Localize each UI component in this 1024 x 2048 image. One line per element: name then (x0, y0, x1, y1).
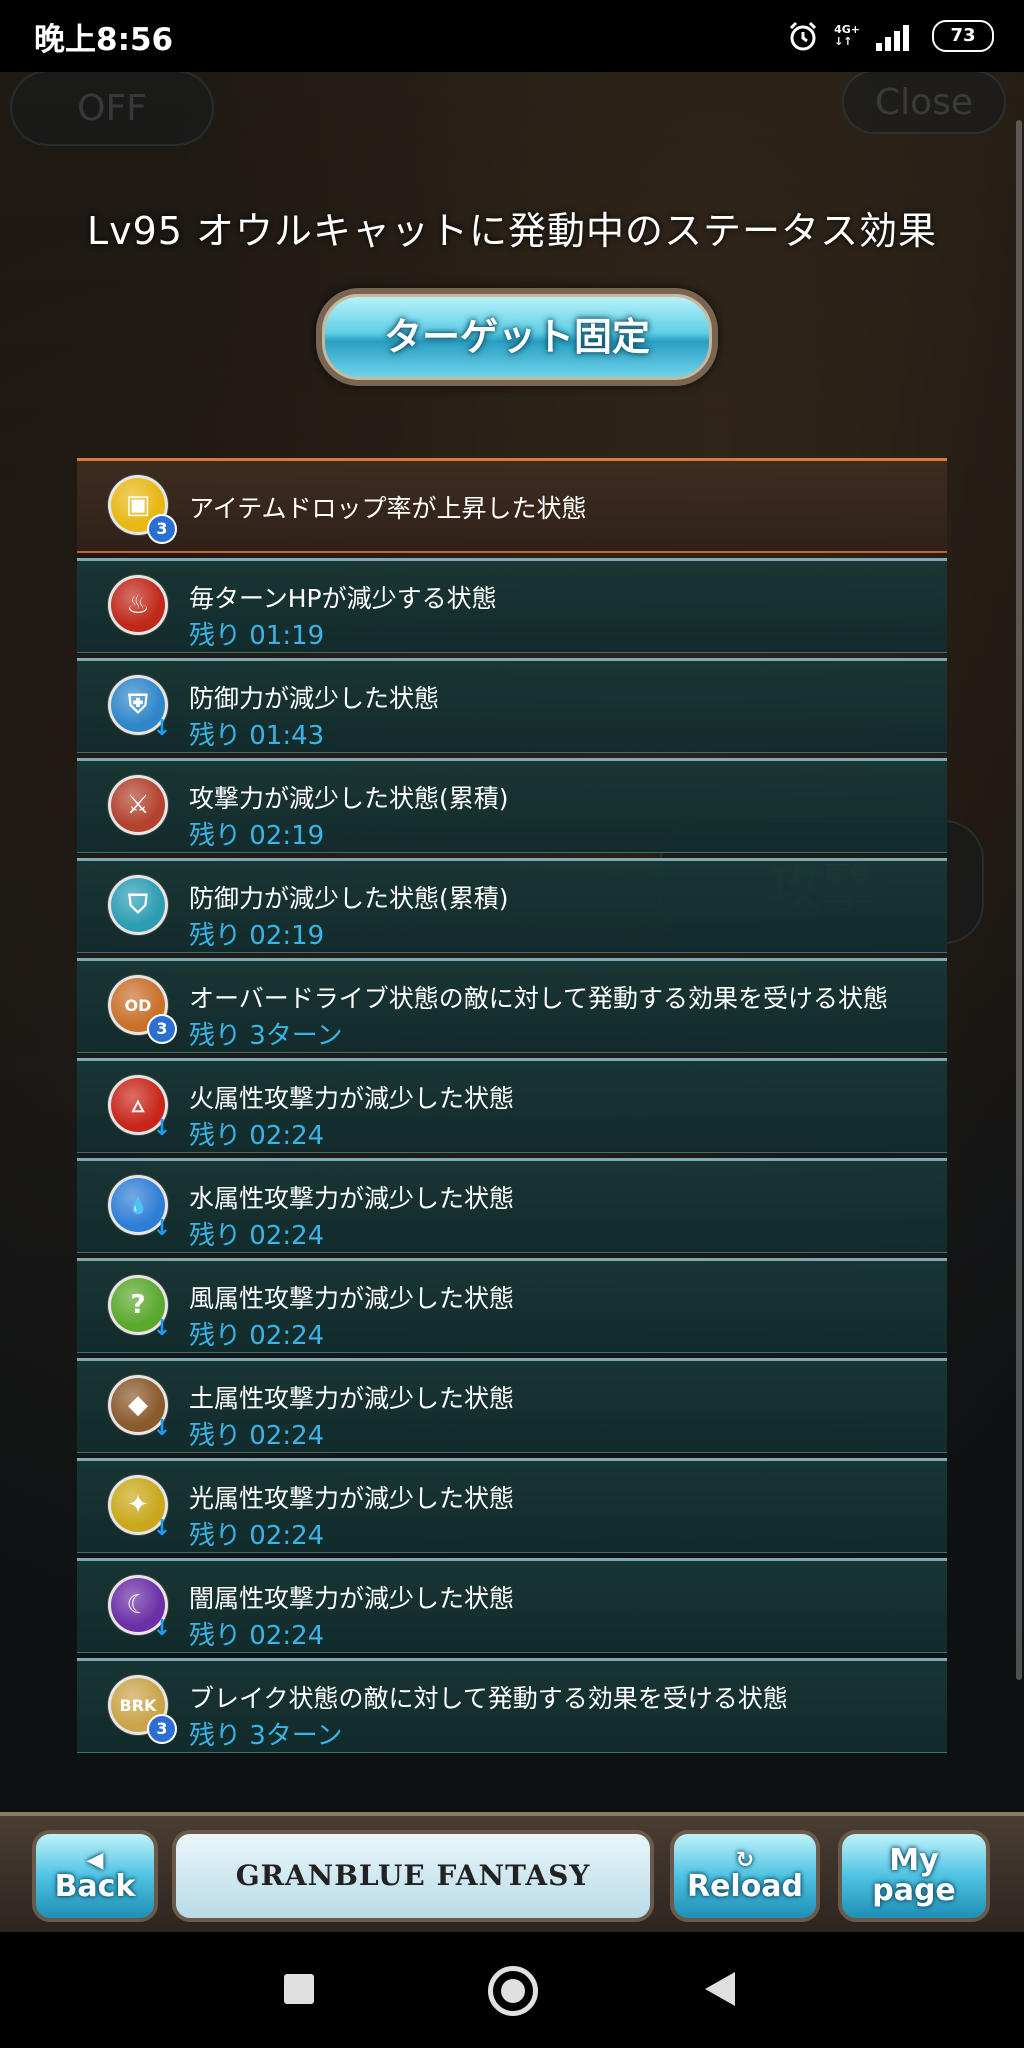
effect-remaining: 残り 01:19 (189, 621, 325, 651)
effect-name: オーバードライブ状態の敵に対して発動する効果を受ける状態 (189, 984, 889, 1013)
status-bar: 晚上8:56 4G+ ↓↑ 73 (0, 0, 1024, 72)
item-drop-icon: ▣ 3 (111, 478, 175, 542)
status-effect-row[interactable]: ⛨ ↓ 防御力が減少した状態 残り 01:43 (77, 658, 947, 753)
status-effect-row[interactable]: ⛉ 防御力が減少した状態(累積) 残り 02:19 (77, 858, 947, 953)
effect-remaining: 残り 02:24 (189, 1521, 325, 1551)
icon-badge: ↓ (152, 1616, 172, 1641)
status-effect-list[interactable]: ▣ 3 アイテムドロップ率が上昇した状態 ♨ 毎ターンHPが減少する状態 残り 01:19… (77, 458, 947, 1758)
effect-remaining: 残り 3ターン (189, 1721, 343, 1751)
icon-glyph: ? (130, 1290, 146, 1320)
reload-label: Reload (686, 1869, 804, 1904)
mypage-label-bottom: page (872, 1873, 956, 1908)
effect-name: 防御力が減少した状態(累積) (189, 884, 509, 913)
icon-badge: 3 (149, 516, 175, 542)
effect-remaining: 残り 02:24 (189, 1221, 325, 1251)
defense-down-icon: ⛨ ↓ (111, 678, 171, 741)
water-attack-down-icon: 💧 ↓ (111, 1178, 171, 1241)
effect-remaining: 残り 02:24 (189, 1421, 325, 1451)
network-indicator: 4G+ ↓↑ (834, 24, 860, 48)
icon-glyph: ♨ (126, 590, 150, 620)
back-label: Back (54, 1869, 136, 1904)
wind-attack-down-icon: ? ↓ (111, 1278, 171, 1341)
fire-attack-down-icon: 🜂 ↓ (111, 1078, 171, 1141)
status-effect-row[interactable]: BRK 3 ブレイク状態の敵に対して発動する効果を受ける状態 残り 3ターン (77, 1658, 947, 1753)
reload-button[interactable]: ↻ Reload (670, 1830, 820, 1922)
light-attack-down-icon: ✦ ↓ (111, 1478, 171, 1541)
status-icons: 4G+ ↓↑ 73 (786, 16, 994, 56)
icon-glyph: OD (124, 995, 152, 1015)
icon-badge: ↓ (152, 716, 172, 741)
back-button[interactable]: ◀ Back (32, 1830, 158, 1922)
effect-remaining: 残り 02:24 (189, 1121, 325, 1151)
status-effect-row[interactable]: 🜂 ↓ 火属性攻撃力が減少した状態 残り 02:24 (77, 1058, 947, 1153)
effect-name: 火属性攻撃力が減少した状態 (189, 1084, 515, 1113)
icon-glyph: ◆ (128, 1390, 148, 1420)
status-effect-row[interactable]: ◆ ↓ 土属性攻撃力が減少した状態 残り 02:24 (77, 1358, 947, 1453)
status-effect-row[interactable]: ☾ ↓ 闇属性攻撃力が減少した状態 残り 02:24 (77, 1558, 947, 1653)
icon-badge: ↓ (152, 1516, 172, 1541)
status-effect-row[interactable]: ? ↓ 風属性攻撃力が減少した状態 残り 02:24 (77, 1258, 947, 1353)
scrollbar[interactable] (1016, 120, 1022, 1680)
icon-badge: ↓ (152, 1116, 172, 1141)
signal-icon (876, 25, 909, 51)
effect-name: 防御力が減少した状態 (189, 684, 440, 713)
icon-badge: ↓ (152, 1216, 172, 1241)
icon-glyph: ☾ (126, 1590, 150, 1620)
effect-remaining: 残り 01:43 (189, 721, 325, 751)
icon-glyph: ⚔ (126, 790, 150, 820)
icon-glyph: 💧 (128, 1195, 148, 1215)
granblue-logo[interactable]: GRANBLUE FANTASY (172, 1830, 654, 1922)
effect-name: アイテムドロップ率が上昇した状態 (189, 494, 587, 523)
status-effect-row[interactable]: OD 3 オーバードライブ状態の敵に対して発動する効果を受ける状態 残り 3ターン (77, 958, 947, 1053)
icon-glyph: ▣ (125, 490, 151, 520)
icon-glyph: ⛉ (128, 889, 148, 920)
effect-name: 攻撃力が減少した状態(累積) (189, 784, 509, 813)
defense-down-stack-icon: ⛉ (111, 878, 165, 932)
break-icon: BRK 3 (111, 1678, 175, 1742)
target-lock-button[interactable]: ターゲット固定 (316, 288, 718, 386)
status-effect-row[interactable]: 💧 ↓ 水属性攻撃力が減少した状態 残り 02:24 (77, 1158, 947, 1253)
burn-icon: ♨ (111, 578, 165, 632)
status-effect-row[interactable]: ⚔ 攻撃力が減少した状態(累積) 残り 02:19 (77, 758, 947, 853)
icon-glyph: 🜂 (131, 1096, 145, 1116)
status-time: 晚上8:56 (34, 22, 174, 58)
effect-remaining: 残り 02:19 (189, 821, 325, 851)
battery-icon: 73 (932, 20, 994, 52)
icon-badge: ↓ (152, 1316, 172, 1341)
android-nav-bar (0, 1932, 1024, 2048)
dialog-title: Lv95 オウルキャットに発動中のステータス効果 (86, 209, 938, 253)
effect-remaining: 残り 3ターン (189, 1021, 343, 1051)
earth-attack-down-icon: ◆ ↓ (111, 1378, 171, 1441)
dark-attack-down-icon: ☾ ↓ (111, 1578, 171, 1641)
mypage-button[interactable]: My page (838, 1830, 990, 1922)
effect-name: ブレイク状態の敵に対して発動する効果を受ける状態 (189, 1684, 788, 1713)
effect-name: 毎ターンHPが減少する状態 (189, 584, 497, 613)
effect-name: 土属性攻撃力が減少した状態 (189, 1384, 515, 1413)
status-effect-row[interactable]: ✦ ↓ 光属性攻撃力が減少した状態 残り 02:24 (77, 1458, 947, 1553)
attack-down-stack-icon: ⚔ (111, 778, 165, 832)
effect-remaining: 残り 02:24 (189, 1321, 325, 1351)
alarm-icon (790, 21, 817, 51)
effect-name: 光属性攻撃力が減少した状態 (189, 1484, 515, 1513)
network-activity: ↓↑ (834, 35, 853, 48)
status-effect-row[interactable]: ♨ 毎ターンHPが減少する状態 残り 01:19 (77, 558, 947, 653)
overdrive-icon: OD 3 (111, 978, 175, 1042)
effect-remaining: 残り 02:24 (189, 1621, 325, 1651)
icon-badge: 3 (149, 1016, 175, 1042)
icon-badge: ↓ (152, 1416, 172, 1441)
icon-glyph: BRK (119, 1695, 157, 1715)
icon-badge: 3 (149, 1716, 175, 1742)
effect-name: 水属性攻撃力が減少した状態 (189, 1184, 515, 1213)
game-nav-bar: ◀ Back GRANBLUE FANTASY ↻ Reload My page (0, 1812, 1024, 1936)
back-triangle-icon[interactable] (705, 1972, 735, 2006)
effect-remaining: 残り 02:19 (189, 921, 325, 951)
status-effect-row[interactable]: ▣ 3 アイテムドロップ率が上昇した状態 (77, 458, 947, 553)
icon-glyph: ✦ (127, 1490, 149, 1520)
home-icon[interactable] (488, 1966, 538, 2016)
effect-name: 闇属性攻撃力が減少した状態 (189, 1584, 515, 1613)
icon-glyph: ⛨ (128, 689, 148, 720)
mypage-label-top: My (889, 1843, 939, 1878)
effect-name: 風属性攻撃力が減少した状態 (189, 1284, 515, 1313)
recents-icon[interactable] (284, 1974, 314, 2004)
